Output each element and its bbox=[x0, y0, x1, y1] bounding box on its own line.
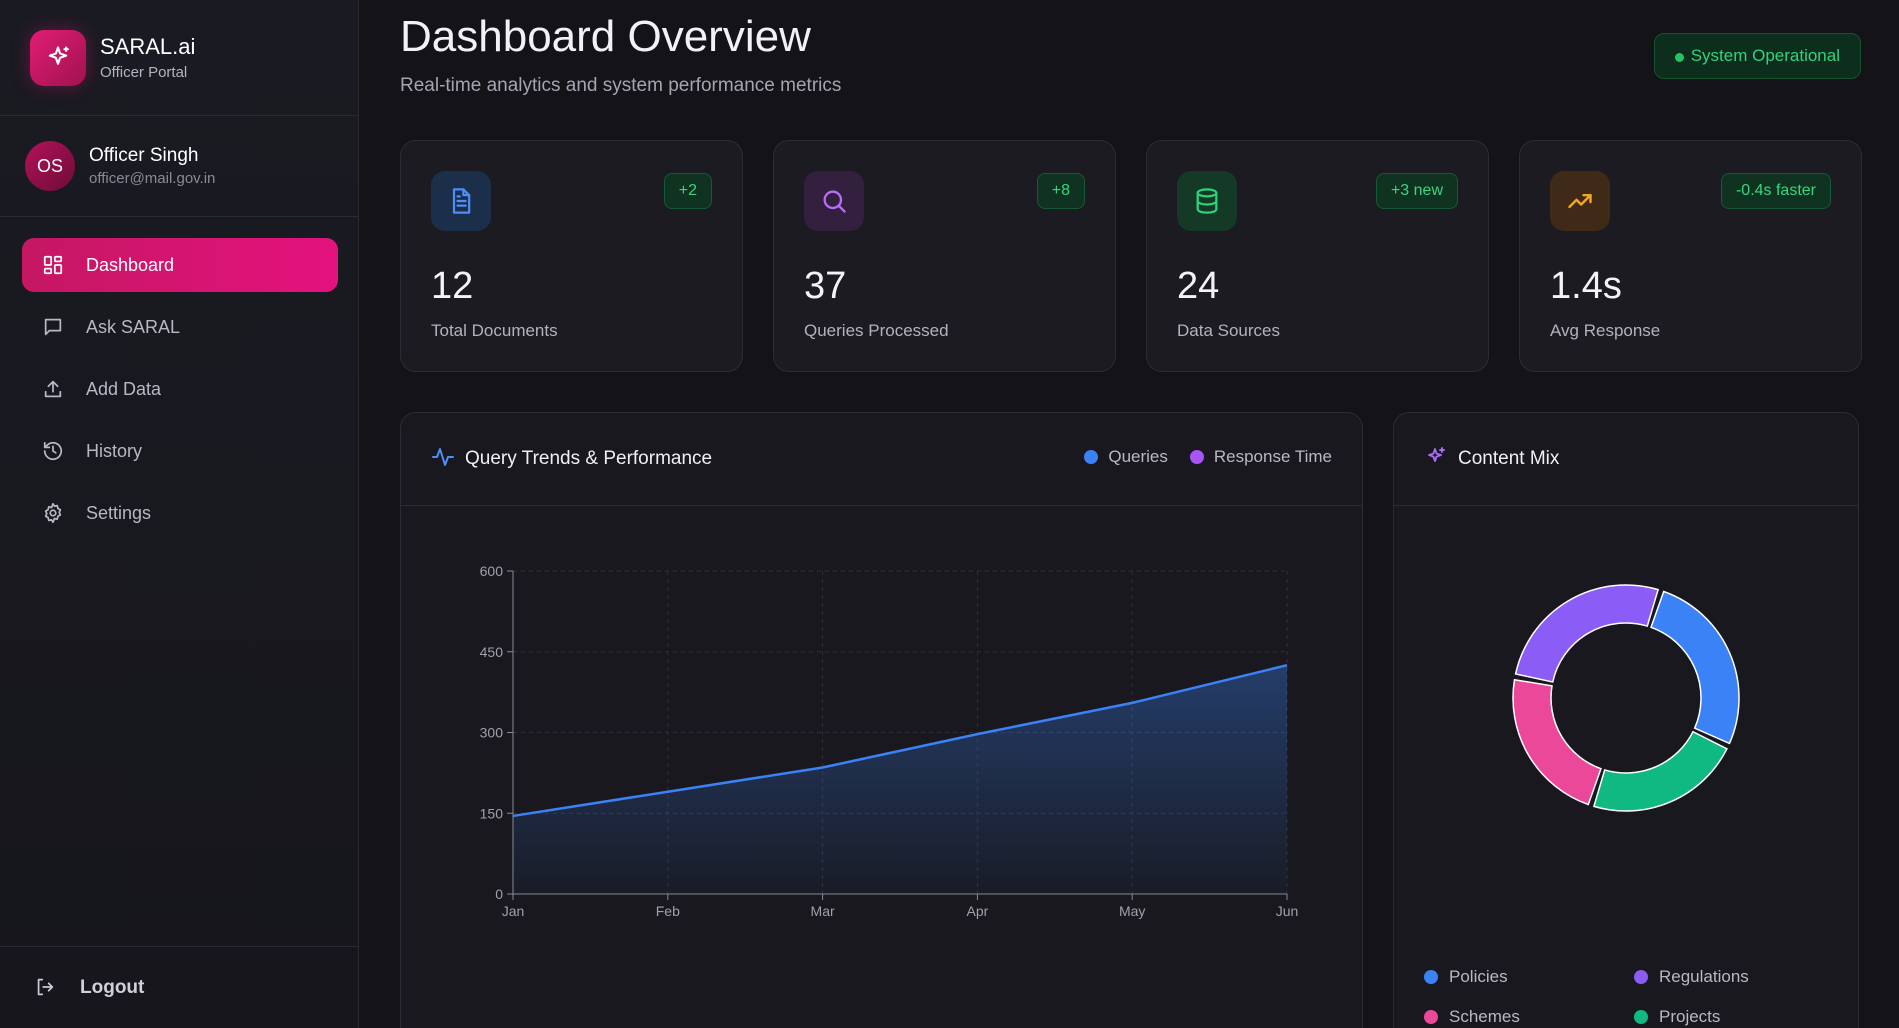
legend-label: Schemes bbox=[1449, 1007, 1520, 1026]
stat-label: Queries Processed bbox=[804, 321, 949, 340]
panel-title: Content Mix bbox=[1458, 448, 1560, 469]
avatar: OS bbox=[25, 141, 75, 191]
sidebar-item-settings[interactable]: Settings bbox=[22, 486, 338, 540]
query-trends-chart: 0 150 300 450 600 Jan Feb Mar Apr May Jun bbox=[480, 563, 1299, 919]
logout-button[interactable]: Logout bbox=[0, 946, 358, 1028]
user-email: officer@mail.gov.in bbox=[89, 170, 216, 187]
chart-legend: Queries Response Time bbox=[1062, 447, 1332, 467]
content-mix-panel: Content Mix Policies Regulations Schemes… bbox=[1393, 412, 1859, 1028]
legend-item-regulations[interactable]: Regulations bbox=[1634, 967, 1749, 987]
donut-slice-projects bbox=[1592, 730, 1728, 812]
stat-value: 37 bbox=[804, 265, 847, 307]
sidebar-item-label: Settings bbox=[86, 502, 152, 523]
status-badge: System Operational bbox=[1653, 33, 1861, 79]
legend-dot bbox=[1424, 1010, 1438, 1024]
brand-subtitle: Officer Portal bbox=[100, 64, 188, 81]
gear-icon bbox=[40, 500, 66, 526]
user-name: Officer Singh bbox=[89, 145, 199, 166]
stat-badge: +8 bbox=[1036, 173, 1085, 209]
x-tick-label: Mar bbox=[811, 903, 835, 919]
legend-dot bbox=[1634, 970, 1648, 984]
sidebar-item-history[interactable]: History bbox=[22, 424, 338, 478]
stat-badge: -0.4s faster bbox=[1720, 173, 1831, 209]
legend-label: Projects bbox=[1659, 1007, 1721, 1026]
donut-slice-policies bbox=[1650, 590, 1740, 745]
y-tick-label: 600 bbox=[480, 563, 504, 579]
database-icon bbox=[1177, 171, 1237, 231]
stat-card-avg-response[interactable]: -0.4s faster 1.4s Avg Response bbox=[1519, 140, 1862, 372]
stat-label: Avg Response bbox=[1550, 321, 1661, 340]
panel-title: Query Trends & Performance bbox=[465, 448, 713, 469]
page-title: Dashboard Overview bbox=[400, 12, 811, 61]
search-icon bbox=[804, 171, 864, 231]
sparkle-icon bbox=[1424, 445, 1448, 474]
content-mix-donut-chart bbox=[1512, 584, 1740, 812]
legend-label: Policies bbox=[1449, 967, 1508, 986]
y-tick-label: 450 bbox=[480, 644, 504, 660]
legend-label: Regulations bbox=[1659, 967, 1749, 986]
logout-label: Logout bbox=[80, 976, 145, 998]
stat-card-data-sources[interactable]: +3 new 24 Data Sources bbox=[1146, 140, 1489, 372]
sidebar-item-ask-saral[interactable]: Ask SARAL bbox=[22, 300, 338, 354]
stat-label: Data Sources bbox=[1177, 321, 1280, 340]
x-tick-label: Jan bbox=[502, 903, 525, 919]
sidebar-item-dashboard[interactable]: Dashboard bbox=[22, 238, 338, 292]
logout-icon bbox=[34, 976, 58, 1000]
stat-badge: +2 bbox=[663, 173, 712, 209]
stat-value: 24 bbox=[1177, 265, 1220, 307]
y-tick-label: 150 bbox=[480, 805, 504, 821]
stat-value: 12 bbox=[431, 265, 474, 307]
upload-icon bbox=[40, 376, 66, 402]
page-subtitle: Real-time analytics and system performan… bbox=[400, 75, 842, 96]
chat-icon bbox=[40, 314, 66, 340]
query-trends-panel: Query Trends & Performance Queries Respo… bbox=[400, 412, 1363, 1028]
stat-value: 1.4s bbox=[1550, 265, 1622, 307]
document-icon bbox=[431, 171, 491, 231]
sidebar-item-label: Dashboard bbox=[86, 254, 175, 275]
legend-label: Queries bbox=[1108, 447, 1168, 466]
legend-dot bbox=[1189, 450, 1204, 464]
y-tick-label: 300 bbox=[480, 725, 504, 741]
activity-icon bbox=[431, 445, 455, 474]
sidebar-item-label: Ask SARAL bbox=[86, 316, 181, 337]
stat-card-queries[interactable]: +8 37 Queries Processed bbox=[773, 140, 1116, 372]
legend-dot bbox=[1084, 450, 1099, 464]
legend-label: Response Time bbox=[1213, 447, 1332, 466]
main-content: Dashboard Overview Real-time analytics a… bbox=[359, 0, 1899, 1028]
x-tick-label: Apr bbox=[967, 903, 989, 919]
legend-item-policies[interactable]: Policies bbox=[1424, 967, 1508, 987]
x-tick-label: Jun bbox=[1276, 903, 1299, 919]
x-tick-label: May bbox=[1119, 903, 1145, 919]
legend-dot bbox=[1424, 970, 1438, 984]
donut-slice-schemes bbox=[1512, 678, 1602, 806]
brand-name: SARAL.ai bbox=[100, 34, 196, 59]
brand-header: SARAL.ai Officer Portal bbox=[0, 0, 358, 116]
stat-badge: +3 new bbox=[1375, 173, 1458, 209]
donut-slice-regulations bbox=[1514, 584, 1660, 683]
sidebar: SARAL.ai Officer Portal OS Officer Singh… bbox=[0, 0, 359, 1028]
sparkle-logo-icon bbox=[30, 29, 86, 86]
y-tick-label: 0 bbox=[495, 886, 503, 902]
legend-item-response-time[interactable]: Response Time bbox=[1189, 447, 1332, 467]
sidebar-nav: Dashboard Ask SARAL Add Data History Set… bbox=[0, 217, 358, 548]
x-tick-label: Feb bbox=[656, 903, 680, 919]
legend-dot bbox=[1634, 1010, 1648, 1024]
queries-area bbox=[513, 665, 1287, 894]
legend-item-projects[interactable]: Projects bbox=[1634, 1007, 1720, 1027]
user-profile[interactable]: OS Officer Singh officer@mail.gov.in bbox=[0, 116, 358, 217]
stat-label: Total Documents bbox=[431, 321, 558, 340]
sidebar-item-label: History bbox=[86, 440, 143, 461]
sidebar-item-add-data[interactable]: Add Data bbox=[22, 362, 338, 416]
sidebar-item-label: Add Data bbox=[86, 378, 162, 399]
grid-icon bbox=[40, 252, 66, 278]
stat-card-documents[interactable]: +2 12 Total Documents bbox=[400, 140, 743, 372]
legend-item-schemes[interactable]: Schemes bbox=[1424, 1007, 1520, 1027]
trending-up-icon bbox=[1550, 171, 1610, 231]
history-icon bbox=[40, 438, 66, 464]
legend-item-queries[interactable]: Queries bbox=[1084, 447, 1168, 467]
